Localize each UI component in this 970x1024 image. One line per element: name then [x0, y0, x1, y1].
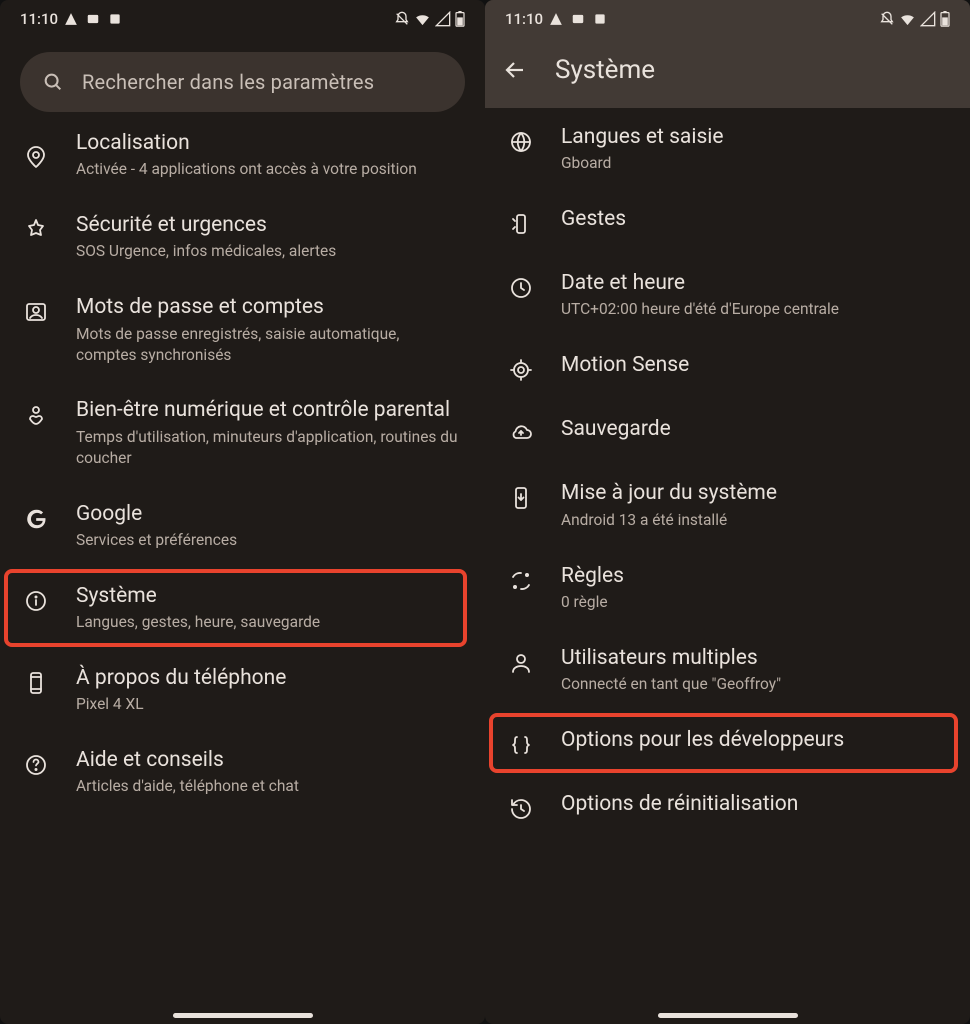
signal-icon [435, 11, 451, 27]
braces-icon [507, 731, 535, 759]
phone-system: 11:10 Système Langues et saisie Gboard Ges… [485, 0, 970, 1024]
item-title: Système [76, 583, 463, 609]
settings-item-google-g[interactable]: Google Services et préférences [0, 485, 485, 567]
globe-icon [507, 128, 535, 156]
item-title: Aide et conseils [76, 747, 463, 773]
settings-item-motion-sense[interactable]: Motion Sense [485, 336, 970, 400]
system-header: 11:10 Système [485, 0, 970, 108]
emergency-icon [22, 216, 50, 244]
status-notification-icons [549, 12, 607, 26]
settings-item-info[interactable]: Système Langues, gestes, heure, sauvegard… [0, 567, 485, 649]
settings-item-braces[interactable]: Options pour les développeurs [485, 711, 970, 775]
item-title: Date et heure [561, 270, 948, 296]
item-subtitle: Temps d'utilisation, minuteurs d'applica… [76, 427, 463, 469]
status-notification-icons [64, 12, 122, 26]
settings-item-location[interactable]: Localisation Activée - 4 applications ont… [0, 120, 485, 196]
home-indicator[interactable] [658, 1013, 798, 1018]
item-subtitle: Mots de passe enregistrés, saisie automa… [76, 324, 463, 366]
item-subtitle: UTC+02:00 heure d'été d'Europe centrale [561, 299, 948, 320]
system-list: Langues et saisie Gboard Gestes Date et heu… [485, 108, 970, 863]
item-title: Utilisateurs multiples [561, 645, 948, 671]
battery-icon [455, 11, 465, 27]
settings-item-gesture-phone[interactable]: Gestes [485, 190, 970, 254]
status-bar: 11:10 [485, 0, 970, 38]
search-pill[interactable]: Rechercher dans les paramètres [20, 52, 465, 112]
rules-icon [507, 567, 535, 595]
dnd-icon [394, 11, 410, 27]
item-subtitle: Connecté en tant que "Geoffroy" [561, 674, 948, 695]
item-title: Motion Sense [561, 352, 948, 378]
item-title: À propos du téléphone [76, 665, 463, 691]
item-title: Mise à jour du système [561, 480, 948, 506]
phone-settings: 11:10 Rechercher dans les paramètres Loc… [0, 0, 485, 1024]
item-subtitle: 0 règle [561, 592, 948, 613]
item-subtitle: Android 13 a été installé [561, 510, 948, 531]
settings-item-restore[interactable]: Options de réinitialisation [485, 775, 970, 839]
status-time: 11:10 [505, 10, 543, 28]
settings-item-users[interactable]: Utilisateurs multiples Connecté en tant q… [485, 629, 970, 711]
item-title: Google [76, 501, 463, 527]
item-title: Sécurité et urgences [76, 212, 463, 238]
settings-item-help[interactable]: Aide et conseils Articles d'aide, télépho… [0, 731, 485, 813]
wifi-icon [414, 11, 431, 28]
item-title: Localisation [76, 130, 463, 156]
settings-item-wellbeing[interactable]: Bien-être numérique et contrôle parental… [0, 381, 485, 484]
settings-item-cloud-backup[interactable]: Sauvegarde [485, 400, 970, 464]
dnd-icon [879, 11, 895, 27]
settings-item-emergency[interactable]: Sécurité et urgences SOS Urgence, infos m… [0, 196, 485, 278]
location-icon [22, 143, 50, 171]
users-icon [507, 649, 535, 677]
search-placeholder: Rechercher dans les paramètres [82, 70, 374, 94]
settings-item-account-box[interactable]: Mots de passe et comptes Mots de passe en… [0, 278, 485, 381]
settings-list: Localisation Activée - 4 applications ont… [0, 120, 485, 837]
home-indicator[interactable] [173, 1013, 313, 1018]
motion-sense-icon [507, 356, 535, 384]
gesture-phone-icon [507, 210, 535, 238]
item-title: Langues et saisie [561, 124, 948, 150]
status-system-icons [879, 11, 950, 28]
battery-icon [940, 11, 950, 27]
item-subtitle: Activée - 4 applications ont accès à vot… [76, 159, 463, 180]
arrow-left-icon [503, 58, 527, 82]
help-icon [22, 751, 50, 779]
wellbeing-icon [22, 401, 50, 429]
account-box-icon [22, 298, 50, 326]
system-update-icon [507, 484, 535, 512]
item-title: Mots de passe et comptes [76, 294, 463, 320]
item-subtitle: Langues, gestes, heure, sauvegarde [76, 612, 463, 633]
item-title: Règles [561, 563, 948, 589]
search-icon [42, 71, 64, 93]
item-subtitle: Services et préférences [76, 530, 463, 551]
clock-icon [507, 274, 535, 302]
info-icon [22, 587, 50, 615]
status-system-icons [394, 11, 465, 28]
item-subtitle: Gboard [561, 153, 948, 174]
settings-item-phone-info[interactable]: À propos du téléphone Pixel 4 XL [0, 649, 485, 731]
back-button[interactable] [501, 56, 529, 84]
settings-item-system-update[interactable]: Mise à jour du système Android 13 a été i… [485, 464, 970, 546]
signal-icon [920, 11, 936, 27]
settings-item-clock[interactable]: Date et heure UTC+02:00 heure d'été d'Eur… [485, 254, 970, 336]
status-bar: 11:10 [0, 0, 485, 38]
settings-item-rules[interactable]: Règles 0 règle [485, 547, 970, 629]
item-title: Bien-être numérique et contrôle parental [76, 397, 463, 423]
google-g-icon [22, 505, 50, 533]
wifi-icon [899, 11, 916, 28]
item-subtitle: Articles d'aide, téléphone et chat [76, 776, 463, 797]
phone-info-icon [22, 669, 50, 697]
item-subtitle: Pixel 4 XL [76, 694, 463, 715]
item-subtitle: SOS Urgence, infos médicales, alertes [76, 241, 463, 262]
item-title: Sauvegarde [561, 416, 948, 442]
page-title: Système [555, 55, 655, 85]
cloud-backup-icon [507, 420, 535, 448]
item-title: Options de réinitialisation [561, 791, 948, 817]
status-time: 11:10 [20, 10, 58, 28]
item-title: Gestes [561, 206, 948, 232]
restore-icon [507, 795, 535, 823]
item-title: Options pour les développeurs [561, 727, 948, 753]
settings-item-globe[interactable]: Langues et saisie Gboard [485, 108, 970, 190]
